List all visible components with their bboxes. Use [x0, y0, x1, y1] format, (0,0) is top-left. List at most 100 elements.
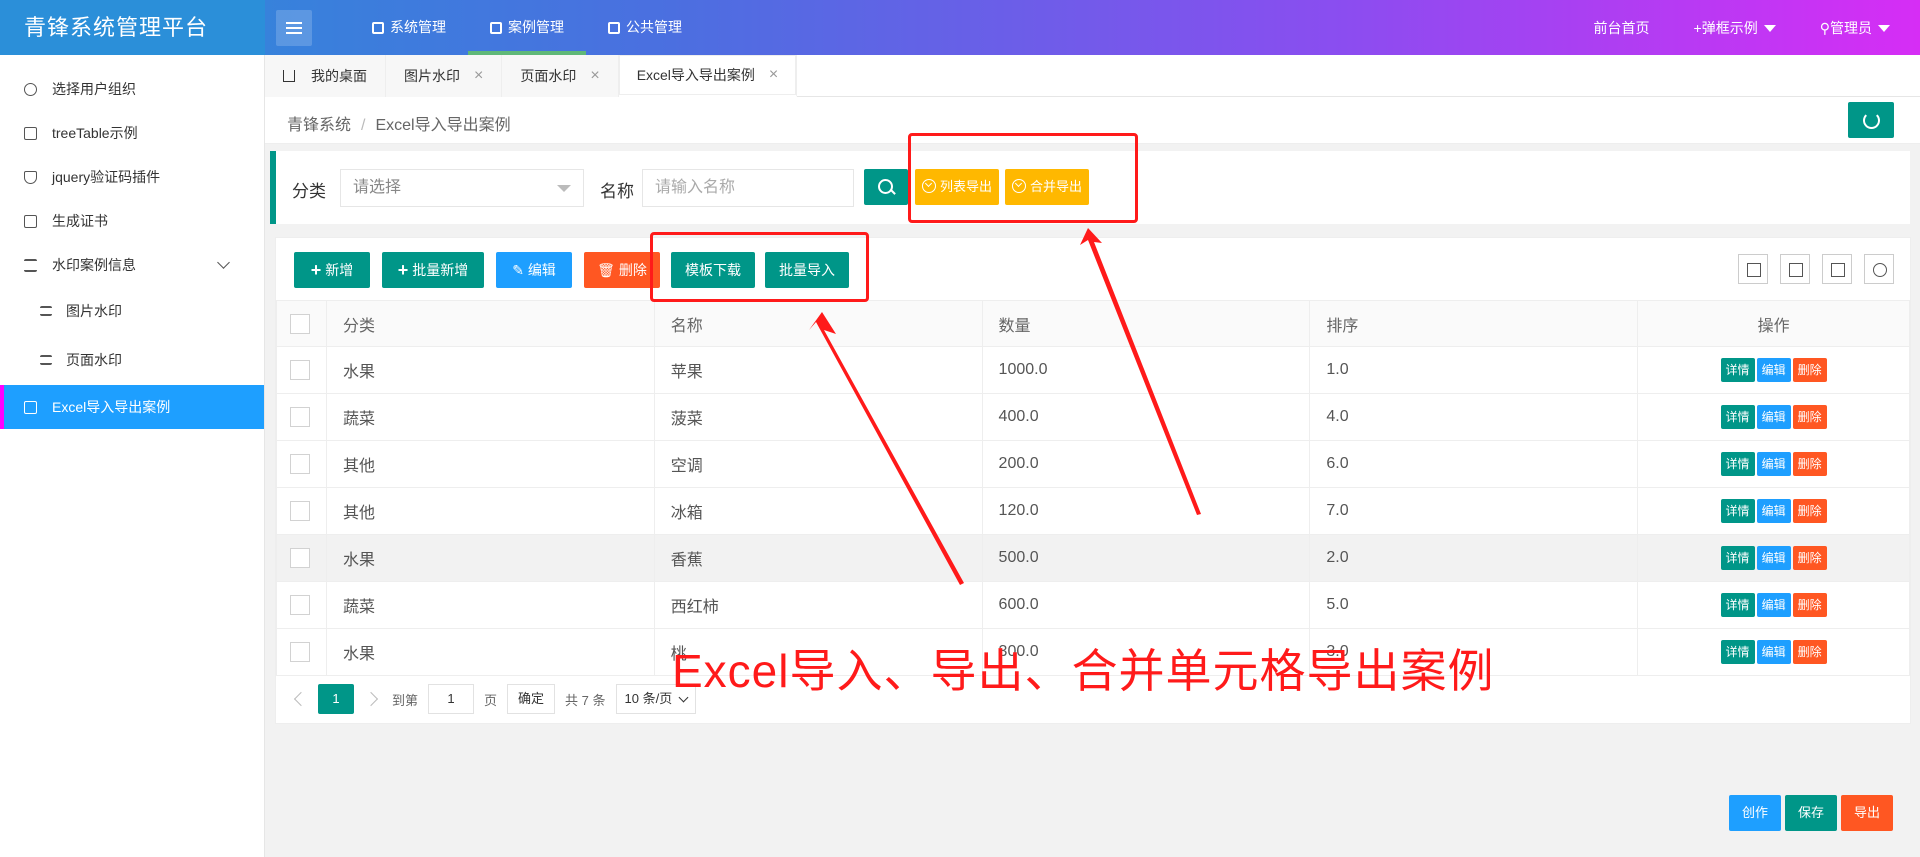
detail-button[interactable]: 详情 [1720, 593, 1755, 617]
column-header[interactable]: 排序 [1309, 300, 1639, 347]
delete-button[interactable]: 🗑 删除 [584, 252, 660, 288]
export-icon[interactable] [1780, 254, 1810, 284]
refresh-button[interactable] [1848, 102, 1894, 138]
columns-icon[interactable] [1738, 254, 1768, 284]
save-button[interactable]: 保存 [1785, 795, 1837, 831]
tab-image-watermark[interactable]: 图片水印 × [386, 55, 503, 97]
goto-confirm-button[interactable]: 确定 [507, 684, 556, 714]
user-icon: ⚲ [1819, 19, 1830, 36]
column-header[interactable]: 名称 [653, 300, 983, 347]
sidebar-item-jquery-captcha[interactable]: jquery验证码插件 [0, 155, 264, 199]
nav-system[interactable]: 系统管理 [350, 0, 468, 55]
row-edit-button[interactable]: 编辑 [1756, 640, 1791, 664]
detail-button[interactable]: 详情 [1720, 546, 1755, 570]
chevron-right-icon[interactable] [364, 684, 382, 714]
sidebar-item-excel[interactable]: Excel导入导出案例 [0, 385, 264, 429]
close-icon[interactable]: × [769, 54, 778, 96]
grid-icon [608, 21, 620, 34]
name-input[interactable]: 请输入名称 [642, 169, 854, 207]
info-icon[interactable] [1864, 254, 1894, 284]
frontend-home-link[interactable]: 前台首页 [1594, 18, 1650, 38]
sidebar-item-page-watermark[interactable]: 页面水印 [0, 336, 264, 385]
list-icon [24, 259, 37, 272]
nav-cases[interactable]: 案例管理 [468, 0, 586, 55]
column-header[interactable]: 分类 [325, 300, 655, 347]
row-checkbox[interactable] [290, 548, 310, 568]
category-label: 分类 [292, 182, 326, 201]
row-edit-button[interactable]: 编辑 [1756, 452, 1791, 476]
detail-button[interactable]: 详情 [1720, 640, 1755, 664]
row-checkbox[interactable] [290, 360, 310, 380]
print-icon[interactable] [1822, 254, 1852, 284]
nav-public[interactable]: 公共管理 [586, 0, 704, 55]
cell-qty: 400.0 [981, 393, 1311, 441]
cell-actions: 详情 编辑 删除 [1637, 346, 1910, 394]
row-checkbox-cell [276, 581, 327, 629]
trash-icon: 🗑 [597, 262, 619, 278]
list-icon [40, 306, 52, 316]
row-delete-button[interactable]: 删除 [1792, 546, 1827, 570]
cell-category: 蔬菜 [325, 393, 655, 441]
search-button[interactable] [864, 169, 908, 205]
table-row[interactable]: 其他 冰箱 120.0 7.0 详情 编辑 删除 [276, 487, 1910, 535]
batch-add-button[interactable]: + 批量新增 [382, 252, 484, 288]
cell-order: 6.0 [1309, 440, 1639, 488]
user-icon [24, 83, 37, 96]
sidebar-item-treetable[interactable]: treeTable示例 [0, 111, 264, 155]
breadcrumb-root[interactable]: 青锋系统 [287, 117, 351, 134]
table-row[interactable]: 其他 空调 200.0 6.0 详情 编辑 删除 [276, 440, 1910, 488]
row-edit-button[interactable]: 编辑 [1756, 499, 1791, 523]
menu-toggle-icon[interactable] [276, 10, 312, 46]
create-button[interactable]: 创作 [1729, 795, 1781, 831]
row-edit-button[interactable]: 编辑 [1756, 405, 1791, 429]
row-edit-button[interactable]: 编辑 [1756, 358, 1791, 382]
detail-button[interactable]: 详情 [1720, 452, 1755, 476]
select-all-checkbox[interactable] [290, 313, 310, 334]
user-menu[interactable]: ⚲管理员 [1820, 18, 1890, 38]
row-delete-button[interactable]: 删除 [1792, 593, 1827, 617]
row-checkbox[interactable] [290, 642, 310, 662]
add-button[interactable]: + 新增 [294, 252, 370, 288]
tab-excel[interactable]: Excel导入导出案例 × [618, 54, 798, 97]
row-delete-button[interactable]: 删除 [1792, 640, 1827, 664]
sidebar-item-image-watermark[interactable]: 图片水印 [0, 287, 264, 336]
cell-category: 水果 [325, 346, 655, 394]
row-checkbox[interactable] [290, 595, 310, 615]
table-row[interactable]: 蔬菜 菠菜 400.0 4.0 详情 编辑 删除 [276, 393, 1910, 441]
goto-page-input[interactable]: 1 [428, 684, 475, 714]
row-edit-button[interactable]: 编辑 [1756, 546, 1791, 570]
row-edit-button[interactable]: 编辑 [1756, 593, 1791, 617]
app-title: 青锋系统管理平台 [0, 0, 265, 55]
detail-button[interactable]: 详情 [1720, 499, 1755, 523]
page-tabs: 我的桌面 图片水印 × 页面水印 × Excel导入导出案例 × [265, 55, 1920, 97]
row-checkbox[interactable] [290, 454, 310, 474]
cell-qty: 600.0 [981, 581, 1311, 629]
tab-page-watermark[interactable]: 页面水印 × [502, 55, 619, 97]
column-header[interactable]: 数量 [981, 300, 1311, 347]
table-row[interactable]: 蔬菜 西红柿 600.0 5.0 详情 编辑 删除 [276, 581, 1910, 629]
row-delete-button[interactable]: 删除 [1792, 358, 1827, 382]
detail-button[interactable]: 详情 [1720, 358, 1755, 382]
sidebar-item-watermark[interactable]: 水印案例信息 [0, 243, 264, 287]
row-checkbox[interactable] [290, 501, 310, 521]
row-delete-button[interactable]: 删除 [1792, 405, 1827, 429]
table-row[interactable]: 水果 香蕉 500.0 2.0 详情 编辑 删除 [276, 534, 1910, 582]
current-page[interactable]: 1 [318, 684, 354, 714]
table-row[interactable]: 水果 苹果 1000.0 1.0 详情 编辑 删除 [276, 346, 1910, 394]
export-button[interactable]: 导出 [1841, 795, 1893, 831]
close-icon[interactable]: × [474, 55, 483, 97]
popup-example-menu[interactable]: +弹框示例 [1694, 18, 1776, 38]
category-select[interactable]: 请选择 [340, 169, 584, 207]
row-checkbox[interactable] [290, 407, 310, 427]
close-icon[interactable]: × [590, 55, 599, 97]
sidebar-item-certificate[interactable]: 生成证书 [0, 199, 264, 243]
cell-order: 2.0 [1309, 534, 1639, 582]
tab-desktop[interactable]: 我的桌面 [265, 55, 386, 97]
edit-button[interactable]: ✎ 编辑 [496, 252, 572, 288]
row-delete-button[interactable]: 删除 [1792, 499, 1827, 523]
detail-button[interactable]: 详情 [1720, 405, 1755, 429]
sidebar-item-select-user-org[interactable]: 选择用户组织 [0, 67, 264, 111]
chevron-left-icon[interactable] [290, 684, 308, 714]
row-delete-button[interactable]: 删除 [1792, 452, 1827, 476]
cell-actions: 详情 编辑 删除 [1637, 581, 1910, 629]
